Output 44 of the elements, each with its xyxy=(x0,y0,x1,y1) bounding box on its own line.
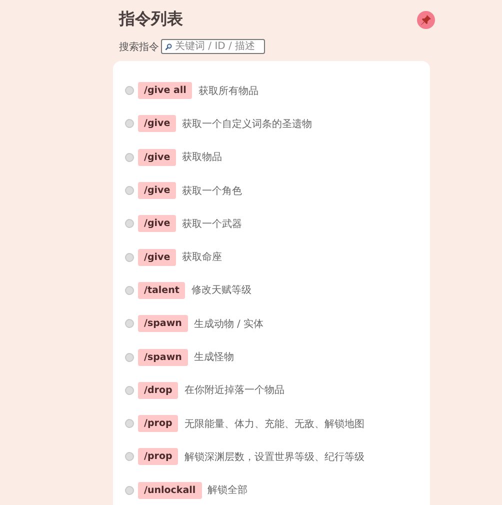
command-tag: /drop xyxy=(138,382,178,399)
command-description: 解锁深渊层数，设置世界等级、纪行等级 xyxy=(184,450,364,464)
page-title: 指令列表 xyxy=(119,9,183,30)
command-tag: /give xyxy=(138,215,176,232)
radio-button[interactable] xyxy=(125,419,134,428)
command-description: 获取一个自定义词条的圣遗物 xyxy=(182,118,312,131)
radio-button[interactable] xyxy=(125,86,134,96)
radio-button[interactable] xyxy=(125,152,134,162)
command-tag: /unlockall xyxy=(138,482,202,499)
command-description: 获取所有物品 xyxy=(198,84,258,98)
command-description: 解锁全部 xyxy=(208,484,248,498)
search-label: 搜索指令 xyxy=(119,40,159,54)
command-tag: /give xyxy=(138,248,176,266)
command-description: 生成怪物 xyxy=(194,350,234,364)
command-tag: /give all xyxy=(138,82,192,100)
pin-button[interactable] xyxy=(417,10,435,28)
pushpin-icon xyxy=(420,14,432,26)
command-description: 在你附近掉落一个物品 xyxy=(184,384,284,398)
command-tag: /spawn xyxy=(138,348,188,366)
radio-button[interactable] xyxy=(125,219,134,228)
command-tag: /prop xyxy=(138,448,178,466)
radio-button[interactable] xyxy=(125,186,134,196)
command-description: 生成动物 / 实体 xyxy=(194,318,264,331)
radio-button[interactable] xyxy=(125,452,134,462)
command-description: 获取命座 xyxy=(182,250,222,264)
radio-button[interactable] xyxy=(125,386,134,395)
command-description: 无限能量、体力、充能、无敌、解锁地图 xyxy=(184,418,364,431)
radio-button[interactable] xyxy=(125,119,134,128)
radio-button[interactable] xyxy=(125,252,134,262)
command-tag: /give xyxy=(138,182,176,200)
command-description: 获取一个角色 xyxy=(182,184,242,198)
command-description: 获取一个武器 xyxy=(182,218,242,231)
command-tag: /talent xyxy=(138,282,186,299)
command-tag: /spawn xyxy=(138,315,188,332)
search-icon xyxy=(165,42,172,52)
command-description: 获取物品 xyxy=(182,150,222,164)
command-description: 修改天赋等级 xyxy=(191,284,252,298)
radio-button[interactable] xyxy=(125,319,134,328)
radio-button[interactable] xyxy=(125,286,134,295)
command-tag: /give xyxy=(138,115,176,132)
command-tag: /give xyxy=(138,148,176,166)
radio-button[interactable] xyxy=(125,486,134,495)
command-tag: /prop xyxy=(138,415,178,432)
radio-button[interactable] xyxy=(125,352,134,362)
